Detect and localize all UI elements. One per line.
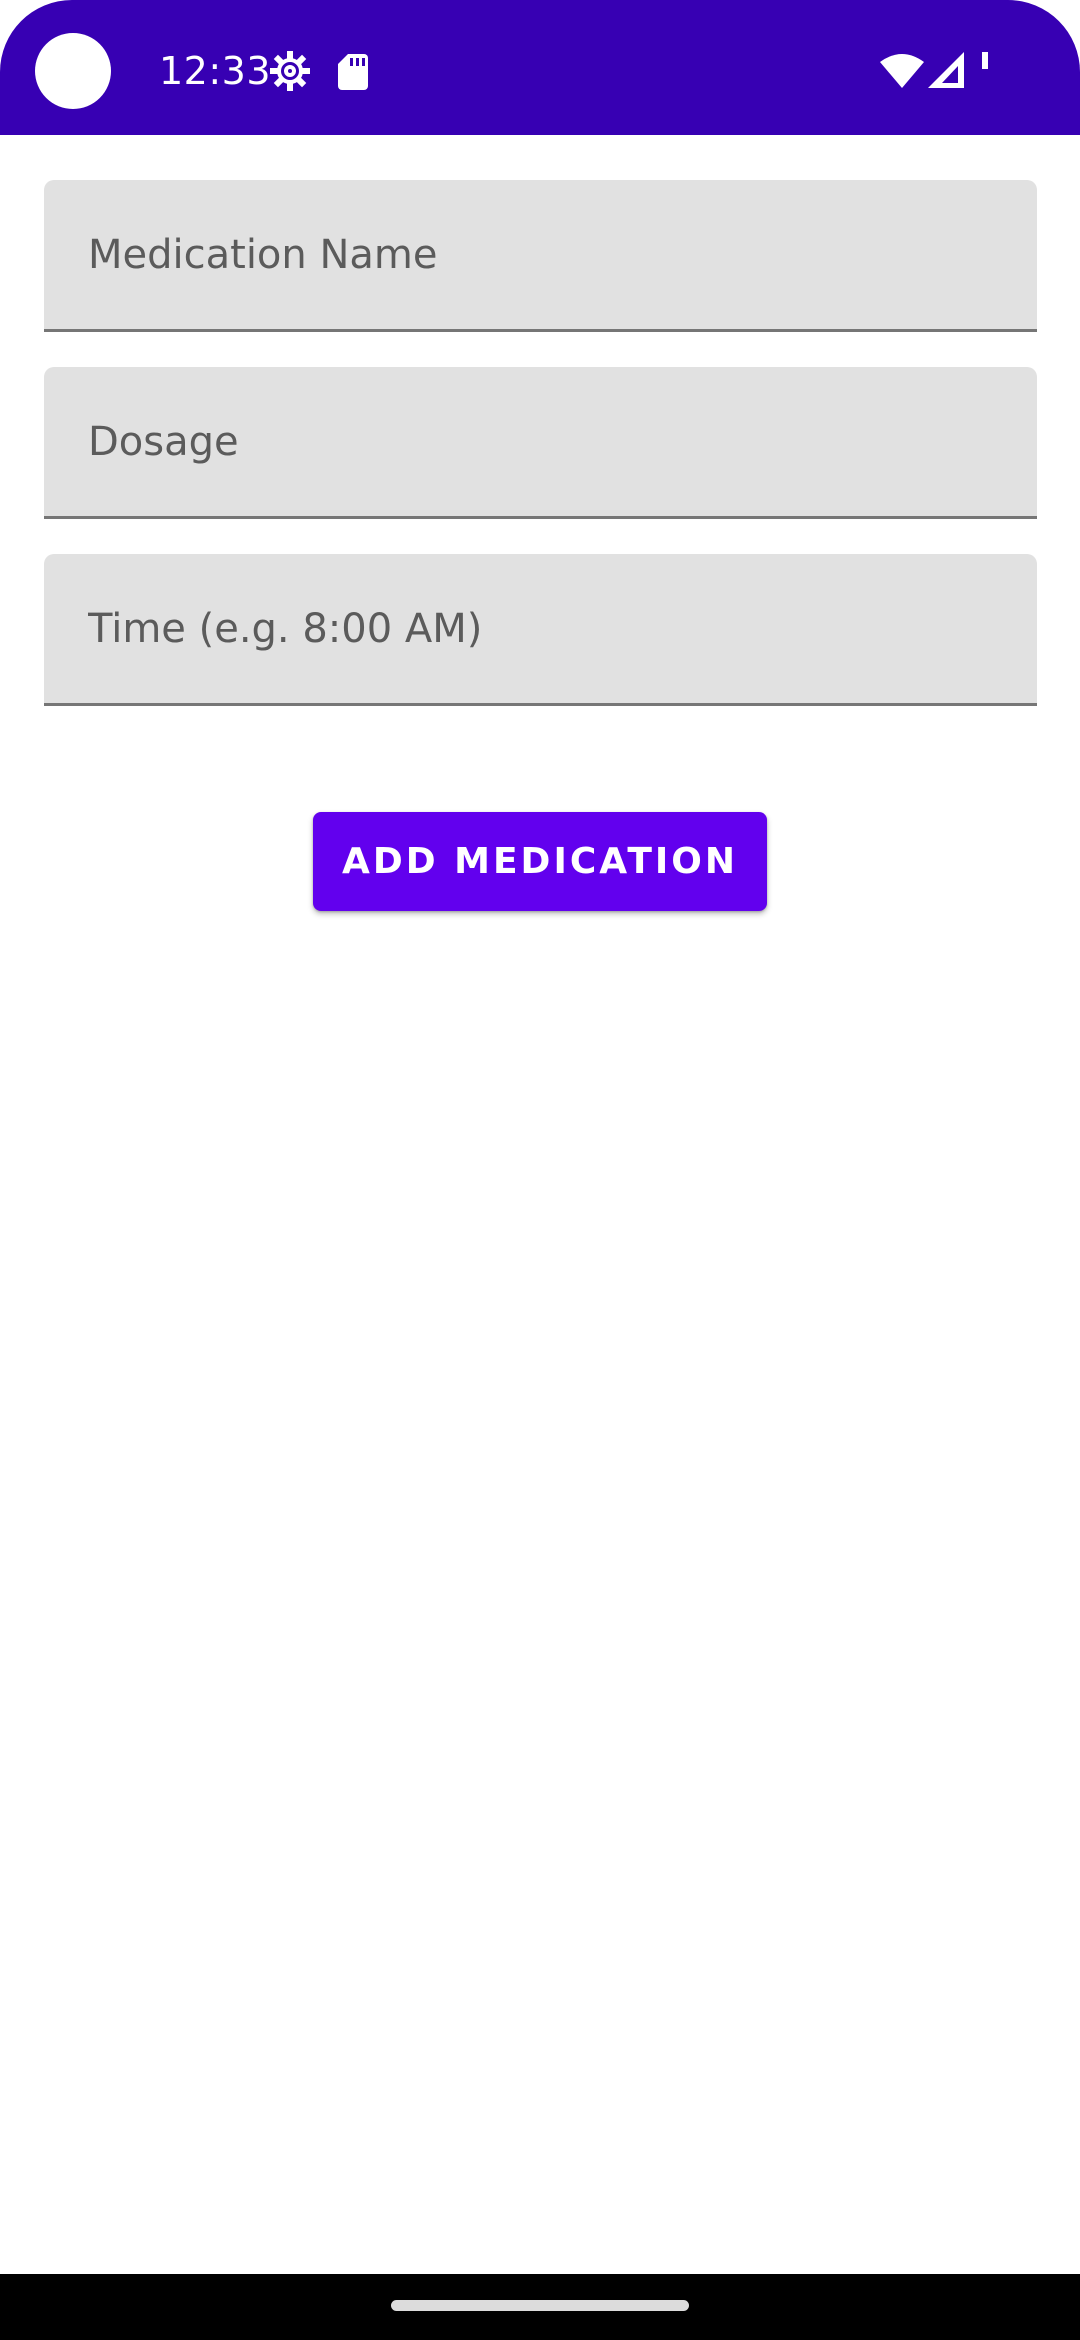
- status-time: 12:33: [159, 49, 272, 93]
- app-screen: 12:33 Medication Name Dosage Time (e.g. …: [0, 0, 1080, 2340]
- sd-card-icon: [338, 54, 368, 90]
- home-indicator[interactable]: [391, 2300, 689, 2311]
- battery-icon: [982, 52, 988, 69]
- time-field[interactable]: [44, 554, 1037, 706]
- medication-name-field[interactable]: [44, 180, 1037, 332]
- signal-icon: [928, 52, 964, 88]
- gear-icon: [270, 51, 310, 91]
- camera-cutout: [35, 33, 111, 109]
- dosage-field[interactable]: [44, 367, 1037, 519]
- time-input[interactable]: [88, 554, 988, 703]
- add-medication-button[interactable]: ADD MEDICATION: [313, 812, 767, 911]
- status-bar: 12:33: [0, 0, 1080, 135]
- medication-name-input[interactable]: [88, 180, 988, 329]
- wifi-icon: [880, 54, 924, 88]
- dosage-input[interactable]: [88, 367, 988, 516]
